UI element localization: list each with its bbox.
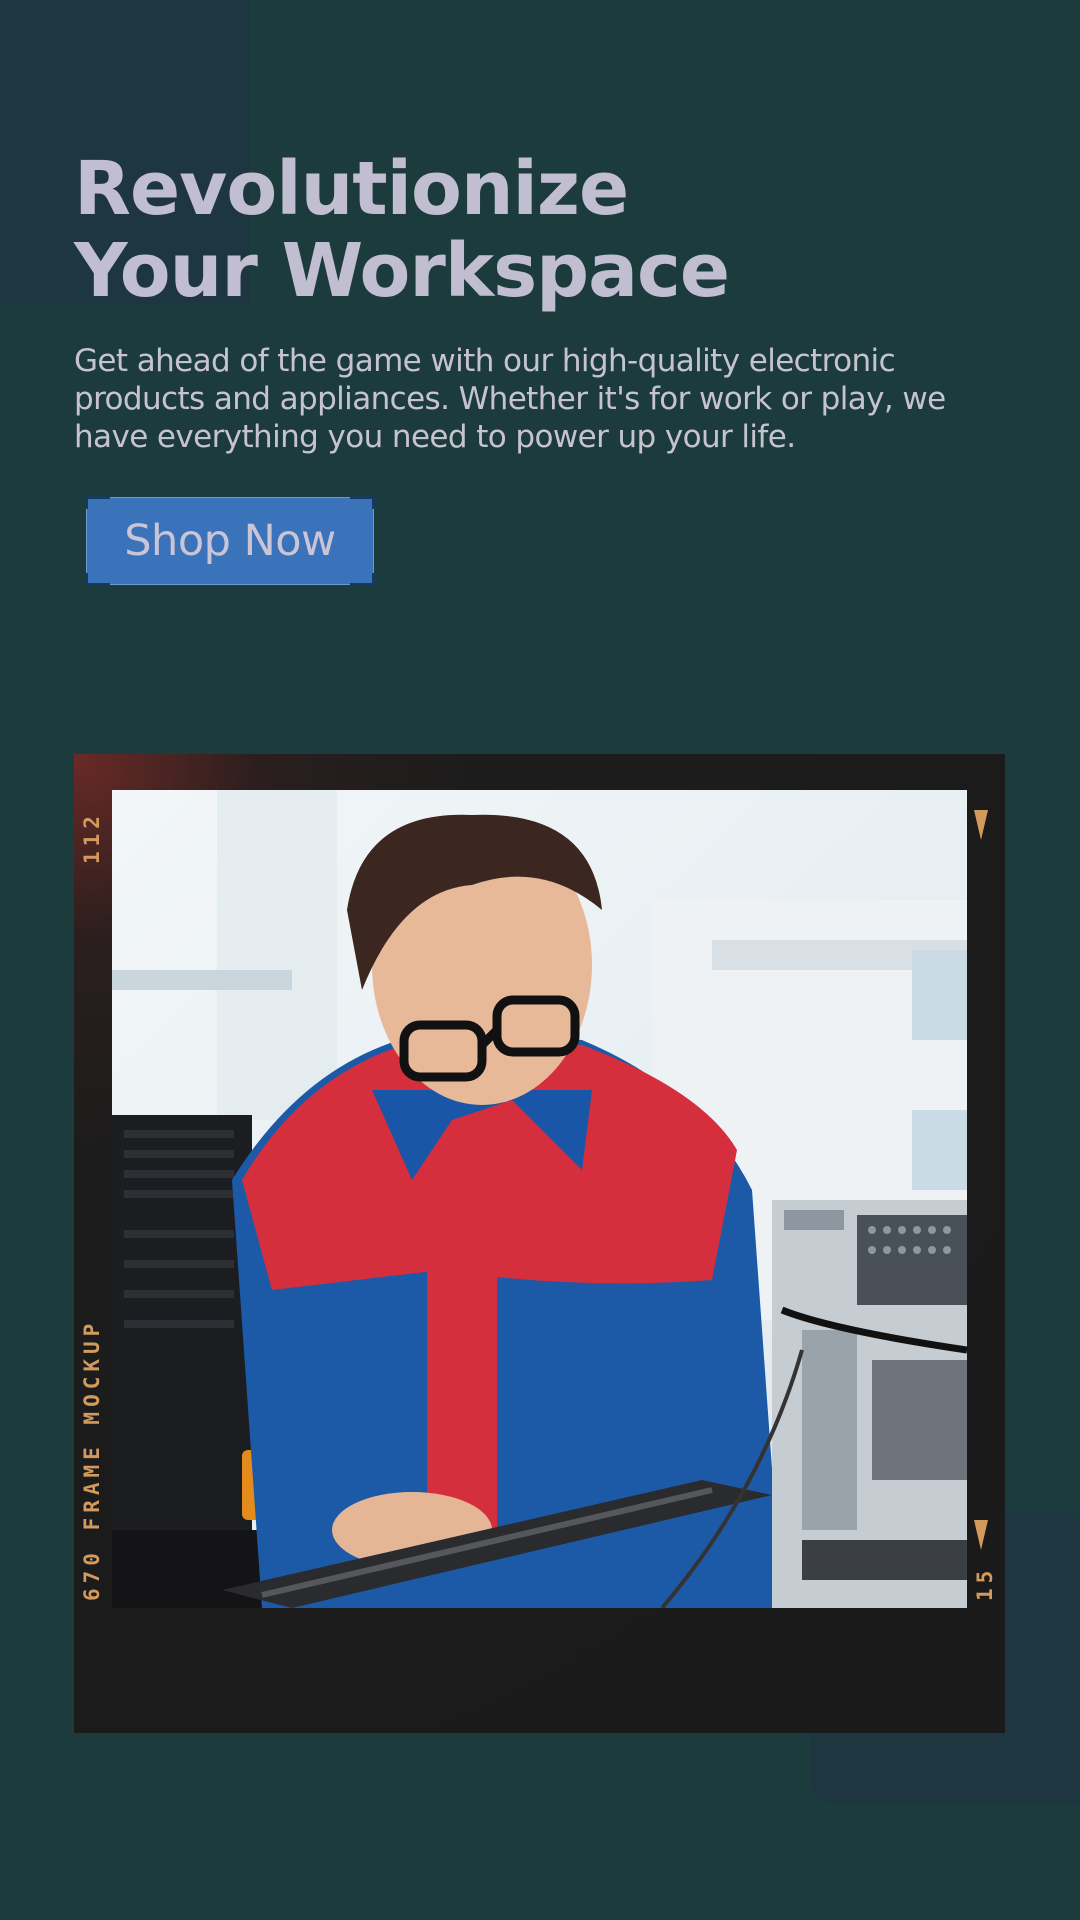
button-corner-mark bbox=[350, 573, 375, 586]
frame-marker-top-icon bbox=[974, 810, 988, 840]
button-corner-mark bbox=[85, 496, 110, 509]
frame-number-bottom: 15 bbox=[973, 1565, 997, 1601]
frame-number-top: 112 bbox=[80, 811, 104, 864]
shop-now-label: Shop Now bbox=[124, 516, 336, 566]
technician-photo-illustration bbox=[112, 790, 967, 1608]
film-frame-mockup: 112 670 FRAME MOCKUP 15 bbox=[74, 754, 1005, 1733]
hero-description: Get ahead of the game with our high-qual… bbox=[74, 343, 946, 455]
frame-mockup-label: 670 FRAME MOCKUP bbox=[80, 1318, 104, 1601]
button-corner-mark bbox=[85, 573, 110, 586]
shop-now-button[interactable]: Shop Now bbox=[85, 496, 375, 586]
frame-marker-bottom-icon bbox=[974, 1520, 988, 1550]
button-corner-mark bbox=[350, 496, 375, 509]
hero-title: Revolutionize Your Workspace bbox=[74, 146, 730, 314]
technician-photo bbox=[112, 790, 967, 1608]
